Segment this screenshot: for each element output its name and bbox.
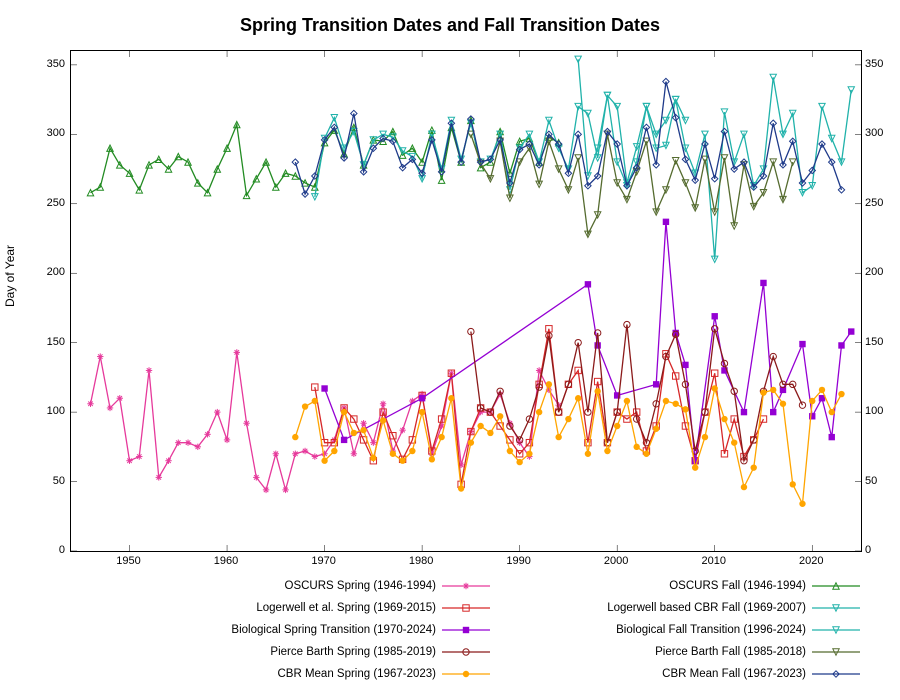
- legend-swatch: [442, 578, 490, 594]
- ytick-left: 300: [47, 127, 65, 139]
- legend-label: CBR Mean Spring (1967-2023): [277, 668, 442, 680]
- xtick: 1950: [116, 555, 140, 567]
- ytick-left: 250: [47, 197, 65, 209]
- legend: OSCURS Spring (1946-1994) Logerwell et al…: [120, 575, 860, 685]
- legend-label: Pierce Barth Spring (1985-2019): [270, 646, 442, 658]
- xtick: 1990: [506, 555, 530, 567]
- ytick-left: 0: [59, 544, 65, 556]
- legend-swatch: [442, 644, 490, 660]
- xtick: 2010: [701, 555, 725, 567]
- xtick: 1960: [214, 555, 238, 567]
- ytick-right: 350: [865, 58, 883, 70]
- legend-swatch: [812, 578, 860, 594]
- ytick-right: 200: [865, 266, 883, 278]
- legend-label: CBR Mean Fall (1967-2023): [662, 668, 812, 680]
- ytick-right: 0: [865, 544, 871, 556]
- legend-swatch: [442, 666, 490, 682]
- legend-label: Pierce Barth Fall (1985-2018): [655, 646, 812, 658]
- xtick: 1970: [311, 555, 335, 567]
- y-axis-label: Day of Year: [3, 245, 17, 307]
- legend-item: CBR Mean Spring (1967-2023): [120, 663, 490, 685]
- legend-label: Logerwell et al. Spring (1969-2015): [256, 602, 442, 614]
- legend-swatch: [812, 666, 860, 682]
- legend-col-right: OSCURS Fall (1946-1994) Logerwell based C…: [490, 575, 860, 685]
- legend-col-left: OSCURS Spring (1946-1994) Logerwell et al…: [120, 575, 490, 685]
- ytick-left: 150: [47, 336, 65, 348]
- legend-label: OSCURS Spring (1946-1994): [285, 580, 443, 592]
- legend-swatch: [442, 600, 490, 616]
- legend-item: Pierce Barth Spring (1985-2019): [120, 641, 490, 663]
- legend-item: Biological Spring Transition (1970-2024): [120, 619, 490, 641]
- legend-label: Biological Spring Transition (1970-2024): [231, 624, 442, 636]
- ytick-left: 350: [47, 58, 65, 70]
- xtick: 1980: [409, 555, 433, 567]
- xtick: 2000: [604, 555, 628, 567]
- legend-swatch: [812, 622, 860, 638]
- ytick-right: 150: [865, 336, 883, 348]
- ytick-left: 200: [47, 266, 65, 278]
- ytick-left: 100: [47, 405, 65, 417]
- ytick-right: 100: [865, 405, 883, 417]
- legend-swatch: [812, 644, 860, 660]
- legend-item: Pierce Barth Fall (1985-2018): [490, 641, 860, 663]
- legend-swatch: [812, 600, 860, 616]
- ytick-right: 50: [865, 475, 877, 487]
- legend-item: CBR Mean Fall (1967-2023): [490, 663, 860, 685]
- plot-area: [70, 50, 862, 552]
- ytick-left: 50: [53, 475, 65, 487]
- legend-item: OSCURS Spring (1946-1994): [120, 575, 490, 597]
- xtick: 2020: [799, 555, 823, 567]
- chart-title: Spring Transition Dates and Fall Transit…: [0, 15, 900, 36]
- legend-swatch: [442, 622, 490, 638]
- chart-container: Spring Transition Dates and Fall Transit…: [0, 0, 900, 700]
- ytick-right: 300: [865, 127, 883, 139]
- data-series: [71, 51, 861, 551]
- legend-label: Biological Fall Transition (1996-2024): [616, 624, 812, 636]
- legend-item: OSCURS Fall (1946-1994): [490, 575, 860, 597]
- legend-label: Logerwell based CBR Fall (1969-2007): [607, 602, 812, 614]
- ytick-right: 250: [865, 197, 883, 209]
- legend-item: Logerwell based CBR Fall (1969-2007): [490, 597, 860, 619]
- legend-label: OSCURS Fall (1946-1994): [669, 580, 812, 592]
- legend-item: Biological Fall Transition (1996-2024): [490, 619, 860, 641]
- legend-item: Logerwell et al. Spring (1969-2015): [120, 597, 490, 619]
